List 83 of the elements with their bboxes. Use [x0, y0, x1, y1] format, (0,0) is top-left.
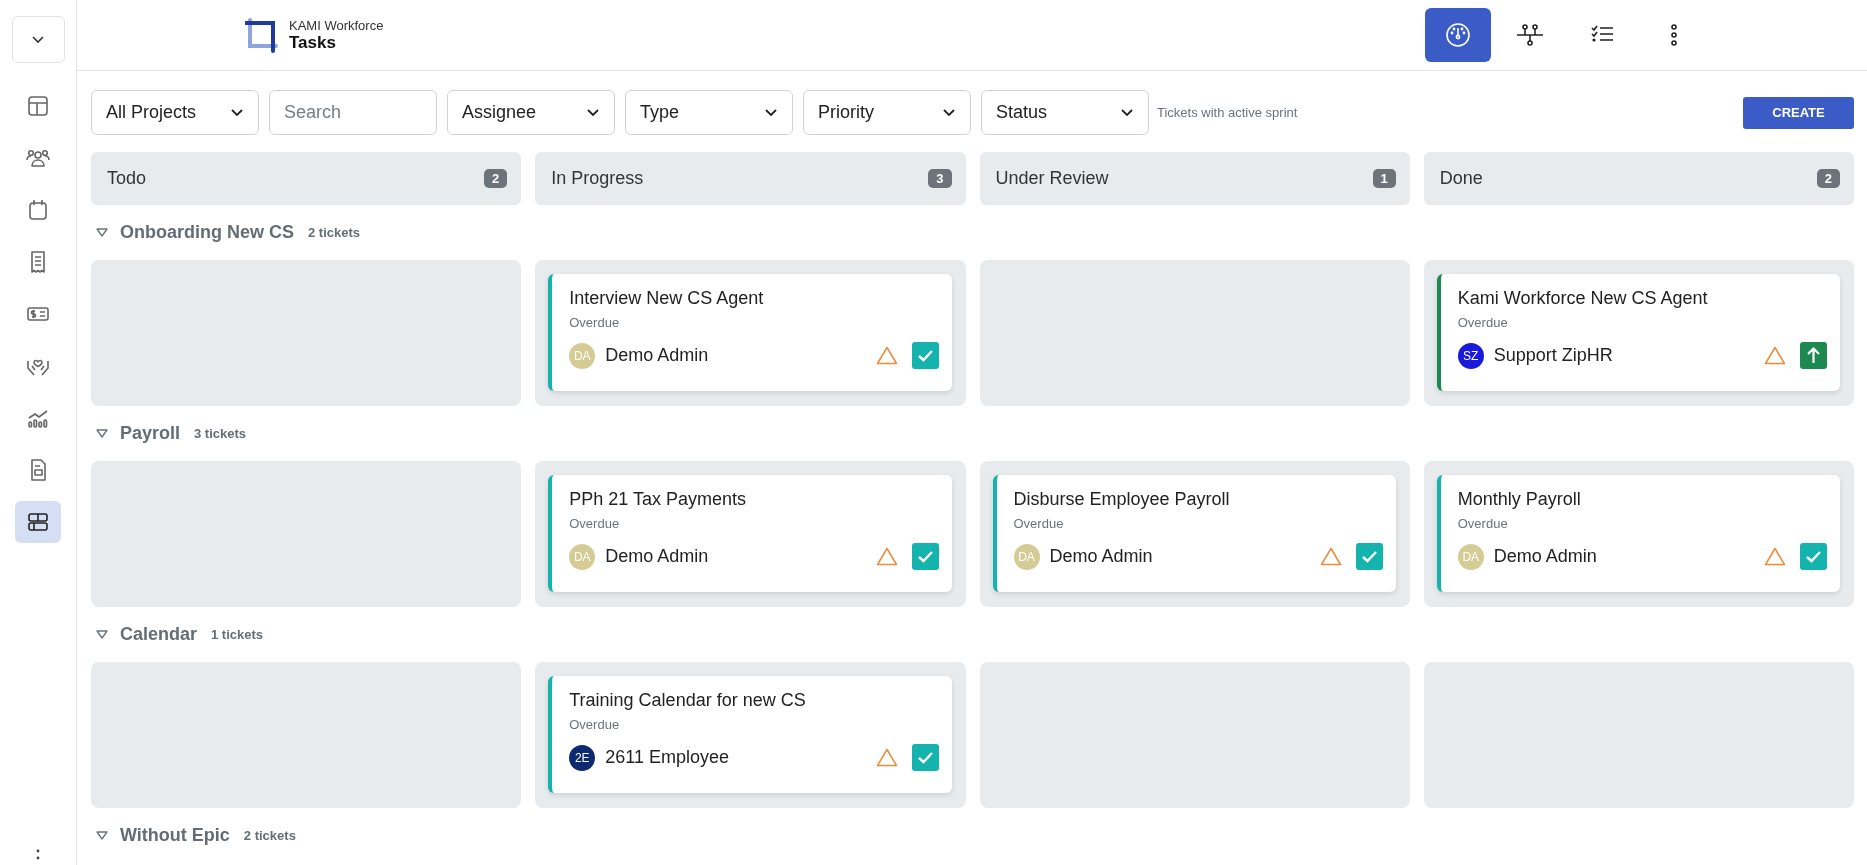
- ticket-count: 1: [1372, 169, 1396, 188]
- filter-dropdown[interactable]: Priority: [803, 90, 971, 135]
- assignee-name: 2611 Employee: [605, 747, 729, 768]
- create-button[interactable]: CREATE: [1743, 96, 1854, 129]
- warning-icon: [1764, 547, 1786, 566]
- due-status: Overdue: [569, 717, 621, 732]
- collapse-toggle-icon[interactable]: [96, 831, 108, 840]
- chevron-down-icon: [942, 108, 956, 117]
- epic-ticket-count: 1 tickets: [211, 627, 264, 642]
- more-icon[interactable]: [36, 849, 40, 861]
- task-title: Training Calendar for new CS: [569, 690, 807, 711]
- avatar: DA: [1457, 543, 1484, 570]
- page-title: Tasks: [289, 32, 337, 53]
- task-title: Monthly Payroll: [1457, 489, 1582, 510]
- collapse-toggle-icon[interactable]: [96, 429, 108, 438]
- task-title: Kami Workforce New CS Agent: [1457, 288, 1709, 309]
- crop-logo-icon: [245, 16, 281, 54]
- warning-icon: [875, 547, 898, 566]
- due-status: Overdue: [1457, 315, 1509, 330]
- due-status: Overdue: [569, 315, 621, 330]
- collapse-toggle-icon[interactable]: [96, 228, 108, 237]
- epic-name: Calendar: [120, 624, 198, 645]
- chevron-down-icon: [586, 108, 600, 117]
- filter-dropdown[interactable]: Status: [981, 90, 1149, 135]
- epic-ticket-count: 2 tickets: [308, 225, 361, 240]
- ticket-count: 2: [1816, 169, 1840, 188]
- chevron-down-icon: [230, 108, 244, 117]
- column-name: In Progress: [551, 168, 644, 189]
- avatar: DA: [1013, 543, 1040, 570]
- warning-icon: [875, 346, 898, 365]
- task-card[interactable]: Disburse Employee Payroll Overdue DA Demo Admin: [992, 475, 1396, 592]
- column-name: Done: [1439, 168, 1483, 189]
- task-title: Interview New CS Agent: [569, 288, 765, 309]
- epic-ticket-count: 2 tickets: [243, 828, 296, 843]
- epic-name: Without Epic: [120, 825, 230, 846]
- task-card[interactable]: PPh 21 Tax Payments Overdue DA Demo Admin: [548, 475, 952, 592]
- task-card[interactable]: Interview New CS Agent Overdue DA Demo Admin: [548, 274, 952, 391]
- task-card[interactable]: Training Calendar for new CS Overdue 2E 2611 Employee: [548, 676, 952, 793]
- filter-dropdown[interactable]: Type: [625, 90, 793, 135]
- vertical-dots-icon: [1671, 24, 1677, 46]
- sidebar-toggle-button[interactable]: [11, 16, 65, 63]
- nav-board-icon[interactable]: [15, 501, 61, 543]
- task-card[interactable]: Kami Workforce New CS Agent Overdue SZ Support ZipHR: [1436, 274, 1840, 391]
- due-status: Overdue: [1013, 516, 1065, 531]
- task-type-check-icon: [911, 744, 939, 771]
- filter-note: Tickets with active sprint: [1157, 105, 1298, 120]
- task-title: PPh 21 Tax Payments: [569, 489, 747, 510]
- avatar: DA: [569, 342, 596, 369]
- chevron-down-icon: [1120, 108, 1134, 117]
- assignee-name: Support ZipHR: [1493, 345, 1613, 366]
- due-status: Overdue: [569, 516, 621, 531]
- ticket-count: 3: [928, 169, 952, 188]
- app-name: KAMI Workforce: [289, 17, 384, 33]
- column-name: Todo: [107, 168, 147, 189]
- assignee-name: Demo Admin: [1049, 546, 1153, 567]
- epic-name: Payroll: [120, 423, 181, 444]
- gauge-view-button[interactable]: [1425, 8, 1491, 62]
- filter-dropdown[interactable]: Assignee: [447, 90, 615, 135]
- assignee-name: Demo Admin: [605, 345, 709, 366]
- assignee-name: Demo Admin: [1493, 546, 1597, 567]
- avatar: SZ: [1457, 342, 1484, 369]
- chevron-down-icon: [764, 108, 778, 117]
- filter-dropdown[interactable]: All Projects: [91, 90, 259, 135]
- column-name: Under Review: [995, 168, 1109, 189]
- task-type-check-icon: [911, 543, 939, 570]
- epic-name: Onboarding New CS: [120, 222, 294, 243]
- epic-ticket-count: 3 tickets: [194, 426, 247, 441]
- task-type-check-icon: [911, 342, 939, 369]
- search-field[interactable]: Search: [269, 90, 437, 135]
- avatar: 2E: [569, 744, 596, 771]
- chevron-down-icon: [31, 35, 45, 44]
- avatar: DA: [569, 543, 596, 570]
- collapse-toggle-icon[interactable]: [96, 630, 108, 639]
- task-card[interactable]: Monthly Payroll Overdue DA Demo Admin: [1436, 475, 1840, 592]
- warning-icon: [1319, 547, 1342, 566]
- ticket-count: 2: [484, 169, 508, 188]
- warning-icon: [1764, 346, 1786, 365]
- task-title: Disburse Employee Payroll: [1013, 489, 1231, 510]
- assignee-name: Demo Admin: [605, 546, 709, 567]
- task-type-check-icon: [1355, 543, 1383, 570]
- due-status: Overdue: [1457, 516, 1509, 531]
- warning-icon: [875, 748, 898, 767]
- task-type-check-icon: [1800, 543, 1827, 570]
